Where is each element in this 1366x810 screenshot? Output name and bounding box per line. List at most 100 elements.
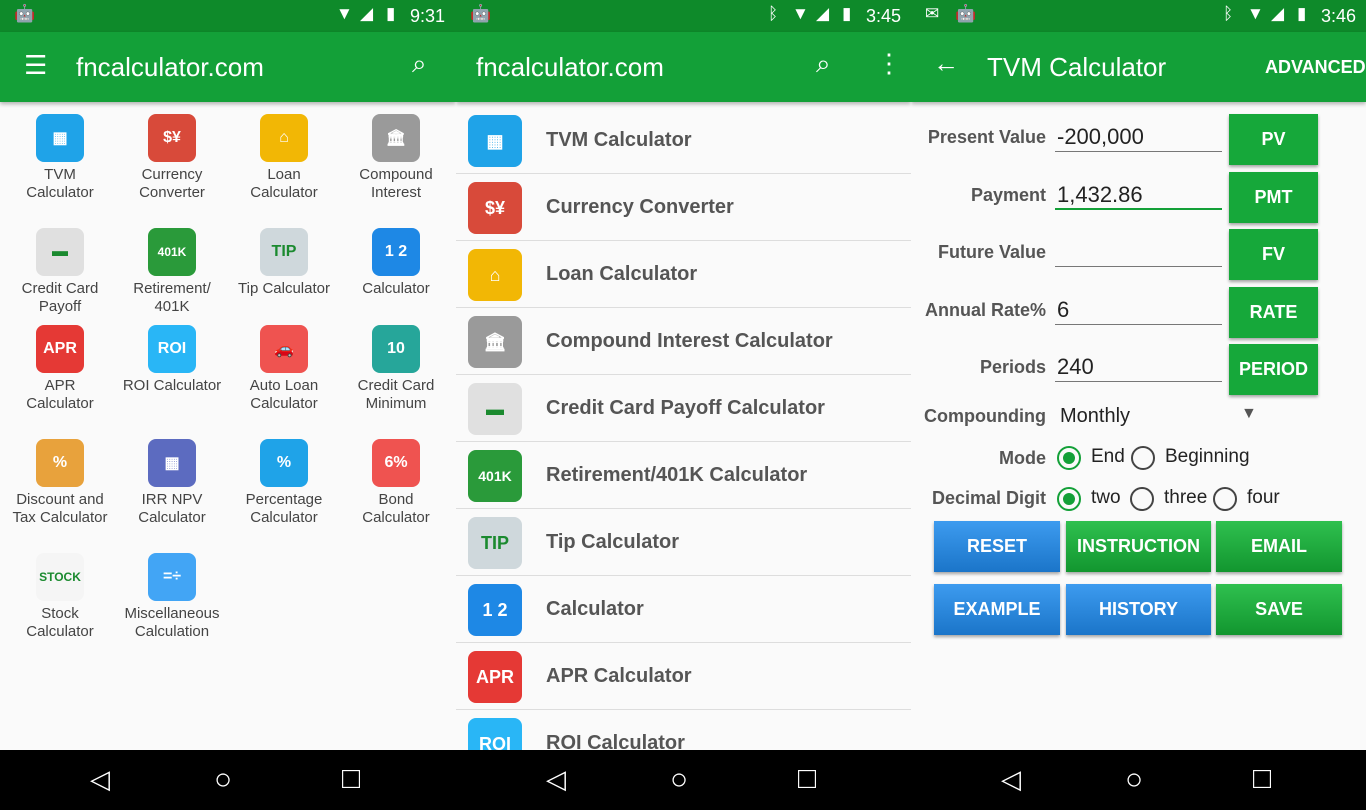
list-item[interactable]: ▦ TVM Calculator	[456, 107, 911, 174]
credit-card-icon: ▬	[36, 228, 84, 276]
list-item[interactable]: 🏛 Compound Interest Calculator	[456, 308, 911, 375]
instruction-button[interactable]: INSTRUCTION	[1066, 521, 1211, 572]
list-item[interactable]: APR APR Calculator	[456, 643, 911, 710]
email-button[interactable]: EMAIL	[1216, 521, 1342, 572]
screen-home-list: 🤖 ᛒ ▼ ◢ ▮ 3:45 fncalculator.com ⌕ ⋮ ▦ TVM…	[456, 0, 911, 810]
example-button[interactable]: EXAMPLE	[934, 584, 1060, 635]
grid-item[interactable]: APR APR Calculator	[4, 325, 116, 413]
recents-nav-icon[interactable]: □	[798, 762, 816, 796]
grid-item-sublabel: 401K	[154, 298, 190, 315]
grid-item[interactable]: 1 2 Calculator	[340, 228, 452, 298]
list-item[interactable]: 401K Retirement/401K Calculator	[456, 442, 911, 509]
grid-item-label: Loan	[267, 166, 301, 183]
recents-nav-icon[interactable]: □	[342, 762, 360, 796]
radio-button[interactable]	[1057, 446, 1081, 470]
house-icon: ⌂	[468, 249, 522, 301]
reset-button[interactable]: RESET	[934, 521, 1060, 572]
search-icon[interactable]: ⌕	[412, 48, 427, 80]
list-item[interactable]: 1 2 Calculator	[456, 576, 911, 643]
field-input[interactable]: -200,000	[1055, 122, 1222, 152]
menu-icon[interactable]: ☰	[24, 50, 47, 81]
advanced-button[interactable]: ADVANCED	[1265, 57, 1366, 78]
recents-nav-icon[interactable]: □	[1253, 762, 1271, 796]
grid-item[interactable]: ▦ TVM Calculator	[4, 114, 116, 202]
history-button[interactable]: HISTORY	[1066, 584, 1211, 635]
save-button[interactable]: SAVE	[1216, 584, 1342, 635]
android-notification-icon: 🤖	[955, 4, 977, 23]
grid-item[interactable]: ROI ROI Calculator	[116, 325, 228, 395]
app-bar: ☰ fncalculator.com ⌕	[0, 32, 456, 102]
list-item[interactable]: TIP Tip Calculator	[456, 509, 911, 576]
grid-item[interactable]: TIP Tip Calculator	[228, 228, 340, 298]
radio-button[interactable]	[1131, 446, 1155, 470]
grid-item-label: Retirement/	[133, 280, 211, 297]
more-vert-icon[interactable]: ⋮	[876, 48, 902, 79]
list-item[interactable]: $¥ Currency Converter	[456, 174, 911, 241]
back-nav-icon[interactable]: ◁	[90, 764, 110, 795]
card-minimum-icon: 10	[372, 325, 420, 373]
grid-item[interactable]: % Percentage Calculator	[228, 439, 340, 527]
grid-item[interactable]: ▦ IRR NPV Calculator	[116, 439, 228, 527]
grid-item[interactable]: ▬ Credit Card Payoff	[4, 228, 116, 316]
grid-item[interactable]: % Discount and Tax Calculator	[4, 439, 116, 527]
grid-item[interactable]: 10 Credit Card Minimum	[340, 325, 452, 413]
field-input[interactable]: 1,432.86	[1055, 180, 1222, 210]
compute-button[interactable]: PMT	[1229, 171, 1318, 223]
grid-item-sublabel: Tax Calculator	[12, 509, 108, 526]
grid-item[interactable]: 401K Retirement/401K	[116, 228, 228, 316]
compounding-select[interactable]: Monthly	[1060, 405, 1130, 428]
compute-button[interactable]: PERIOD	[1229, 344, 1318, 395]
grid-item-sublabel: Calculation	[134, 623, 210, 640]
back-arrow-icon[interactable]: ←	[933, 48, 959, 79]
tip-icon: TIP	[468, 517, 522, 569]
list-item-label: Currency Converter	[546, 196, 734, 218]
keypad-icon: 1 2	[372, 228, 420, 276]
search-icon[interactable]: ⌕	[816, 48, 831, 80]
home-nav-icon[interactable]: ○	[1125, 763, 1143, 797]
grid-item-label: Credit Card	[21, 280, 99, 297]
grid-item-label: Credit Card	[357, 377, 435, 394]
grid-item-label: Stock	[41, 605, 79, 622]
grid-item-sublabel: Calculator	[26, 184, 94, 201]
list-item[interactable]: ⌂ Loan Calculator	[456, 241, 911, 308]
grid-item-label: Bond	[378, 491, 414, 508]
grid-item[interactable]: ⌂ Loan Calculator	[228, 114, 340, 202]
grid-item[interactable]: 🏛 Compound Interest	[340, 114, 452, 202]
grid-item-label: Miscellaneous	[124, 605, 220, 622]
radio-button[interactable]	[1057, 487, 1081, 511]
field-input[interactable]: 240	[1055, 352, 1222, 382]
grid-item[interactable]: STOCK Stock Calculator	[4, 553, 116, 641]
signal-icon: ◢	[360, 4, 374, 23]
grid-item-sublabel: Converter	[139, 184, 205, 201]
discount-bag-icon: %	[36, 439, 84, 487]
field-input[interactable]: 6	[1055, 295, 1222, 325]
screen-tvm-calculator: ✉ 🤖 ᛒ ▼ ◢ ▮ 3:46 ← TVM Calculator ADVANC…	[911, 0, 1366, 810]
list-item-label: Compound Interest Calculator	[546, 330, 833, 352]
system-nav-bar: ◁ ○ □	[0, 750, 456, 810]
app-bar: fncalculator.com ⌕ ⋮	[456, 32, 911, 102]
grid-item[interactable]: $¥ Currency Converter	[116, 114, 228, 202]
back-nav-icon[interactable]: ◁	[546, 764, 566, 795]
compute-button[interactable]: FV	[1229, 229, 1318, 280]
list-item[interactable]: ▬ Credit Card Payoff Calculator	[456, 375, 911, 442]
radio-button[interactable]	[1213, 487, 1237, 511]
stock-icon: STOCK	[36, 553, 84, 601]
compute-button[interactable]: RATE	[1229, 286, 1318, 338]
back-nav-icon[interactable]: ◁	[1001, 764, 1021, 795]
mail-icon: ✉	[925, 4, 940, 23]
grid-item[interactable]: =÷ Miscellaneous Calculation	[116, 553, 228, 641]
home-nav-icon[interactable]: ○	[670, 763, 688, 797]
grid-item[interactable]: 6% Bond Calculator	[340, 439, 452, 527]
grid-item[interactable]: 🚗 Auto Loan Calculator	[228, 325, 340, 413]
radio-button[interactable]	[1130, 487, 1154, 511]
home-nav-icon[interactable]: ○	[214, 763, 232, 797]
percentage-icon: %	[260, 439, 308, 487]
grid-item-sublabel: Calculator	[26, 623, 94, 640]
system-nav-bar: ◁ ○ □	[456, 750, 911, 810]
field-input[interactable]	[1055, 237, 1222, 267]
grid-item-label: IRR NPV	[141, 491, 203, 508]
bond-icon: 6%	[372, 439, 420, 487]
compute-button[interactable]: PV	[1229, 114, 1318, 165]
chevron-down-icon[interactable]: ▼	[1241, 405, 1257, 423]
status-bar: ✉ 🤖 ᛒ ▼ ◢ ▮ 3:46	[911, 0, 1366, 32]
